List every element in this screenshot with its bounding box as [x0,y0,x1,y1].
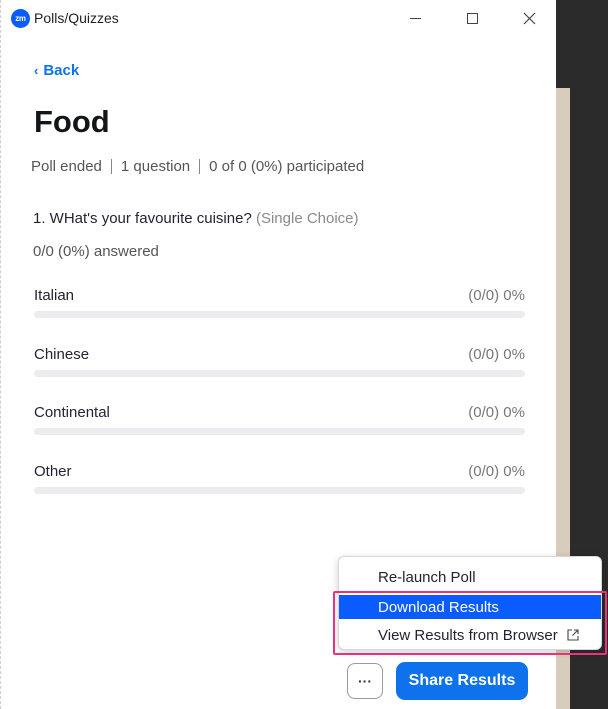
ellipsis-icon: ··· [358,673,372,689]
poll-title: Food [34,104,110,139]
option-row: Italian (0/0) 0% [34,287,525,318]
poll-status: Poll ended [31,158,102,175]
minimize-icon [409,17,421,19]
option-result: (0/0) 0% [468,463,525,480]
option-result: (0/0) 0% [468,404,525,421]
menu-item-download-results[interactable]: Download Results [339,595,601,619]
external-link-icon [567,629,579,641]
option-result: (0/0) 0% [468,287,525,304]
share-results-button[interactable]: Share Results [396,662,528,700]
divider [199,159,201,174]
question-label: 1. WHat's your favourite cuisine? [33,210,252,227]
option-progress-bar [34,487,525,494]
question-type: (Single Choice) [255,210,359,227]
title-bar: zm Polls/Quizzes [1,0,557,36]
answered-count: 0/0 (0%) answered [33,243,159,260]
menu-item-label: View Results from Browser [378,626,558,644]
option-label: Other [34,463,72,480]
option-row: Chinese (0/0) 0% [34,346,525,377]
back-link[interactable]: ‹ Back [34,62,79,79]
back-label: Back [43,62,80,79]
chevron-left-icon: ‹ [34,63,39,78]
zoom-logo-icon: zm [11,9,30,28]
option-label: Chinese [34,346,90,363]
question-count: 1 question [120,158,191,175]
close-icon [523,12,535,24]
option-label: Continental [34,404,110,421]
option-row: Continental (0/0) 0% [34,404,525,435]
option-progress-bar [34,370,525,377]
more-options-menu: Re-launch Poll Download Results View Res… [338,556,602,650]
menu-item-relaunch-poll[interactable]: Re-launch Poll [339,565,601,589]
poll-meta: Poll ended 1 question 0 of 0 (0%) partic… [31,158,364,175]
more-options-button[interactable]: ··· [347,663,383,699]
divider [110,159,112,174]
maximize-icon [466,12,478,24]
option-row: Other (0/0) 0% [34,463,525,494]
option-result: (0/0) 0% [468,346,525,363]
participation: 0 of 0 (0%) participated [209,158,365,175]
option-progress-bar [34,311,525,318]
option-progress-bar [34,428,525,435]
window-title: Polls/Quizzes [34,10,119,26]
menu-item-view-results-browser[interactable]: View Results from Browser [339,623,601,647]
menu-item-label: Download Results [378,598,499,616]
close-button[interactable] [509,2,549,34]
menu-item-label: Re-launch Poll [378,568,476,586]
maximize-button[interactable] [452,2,492,34]
question-text: 1. WHat's your favourite cuisine? (Singl… [33,210,359,227]
option-label: Italian [34,287,75,304]
minimize-button[interactable] [395,2,435,34]
